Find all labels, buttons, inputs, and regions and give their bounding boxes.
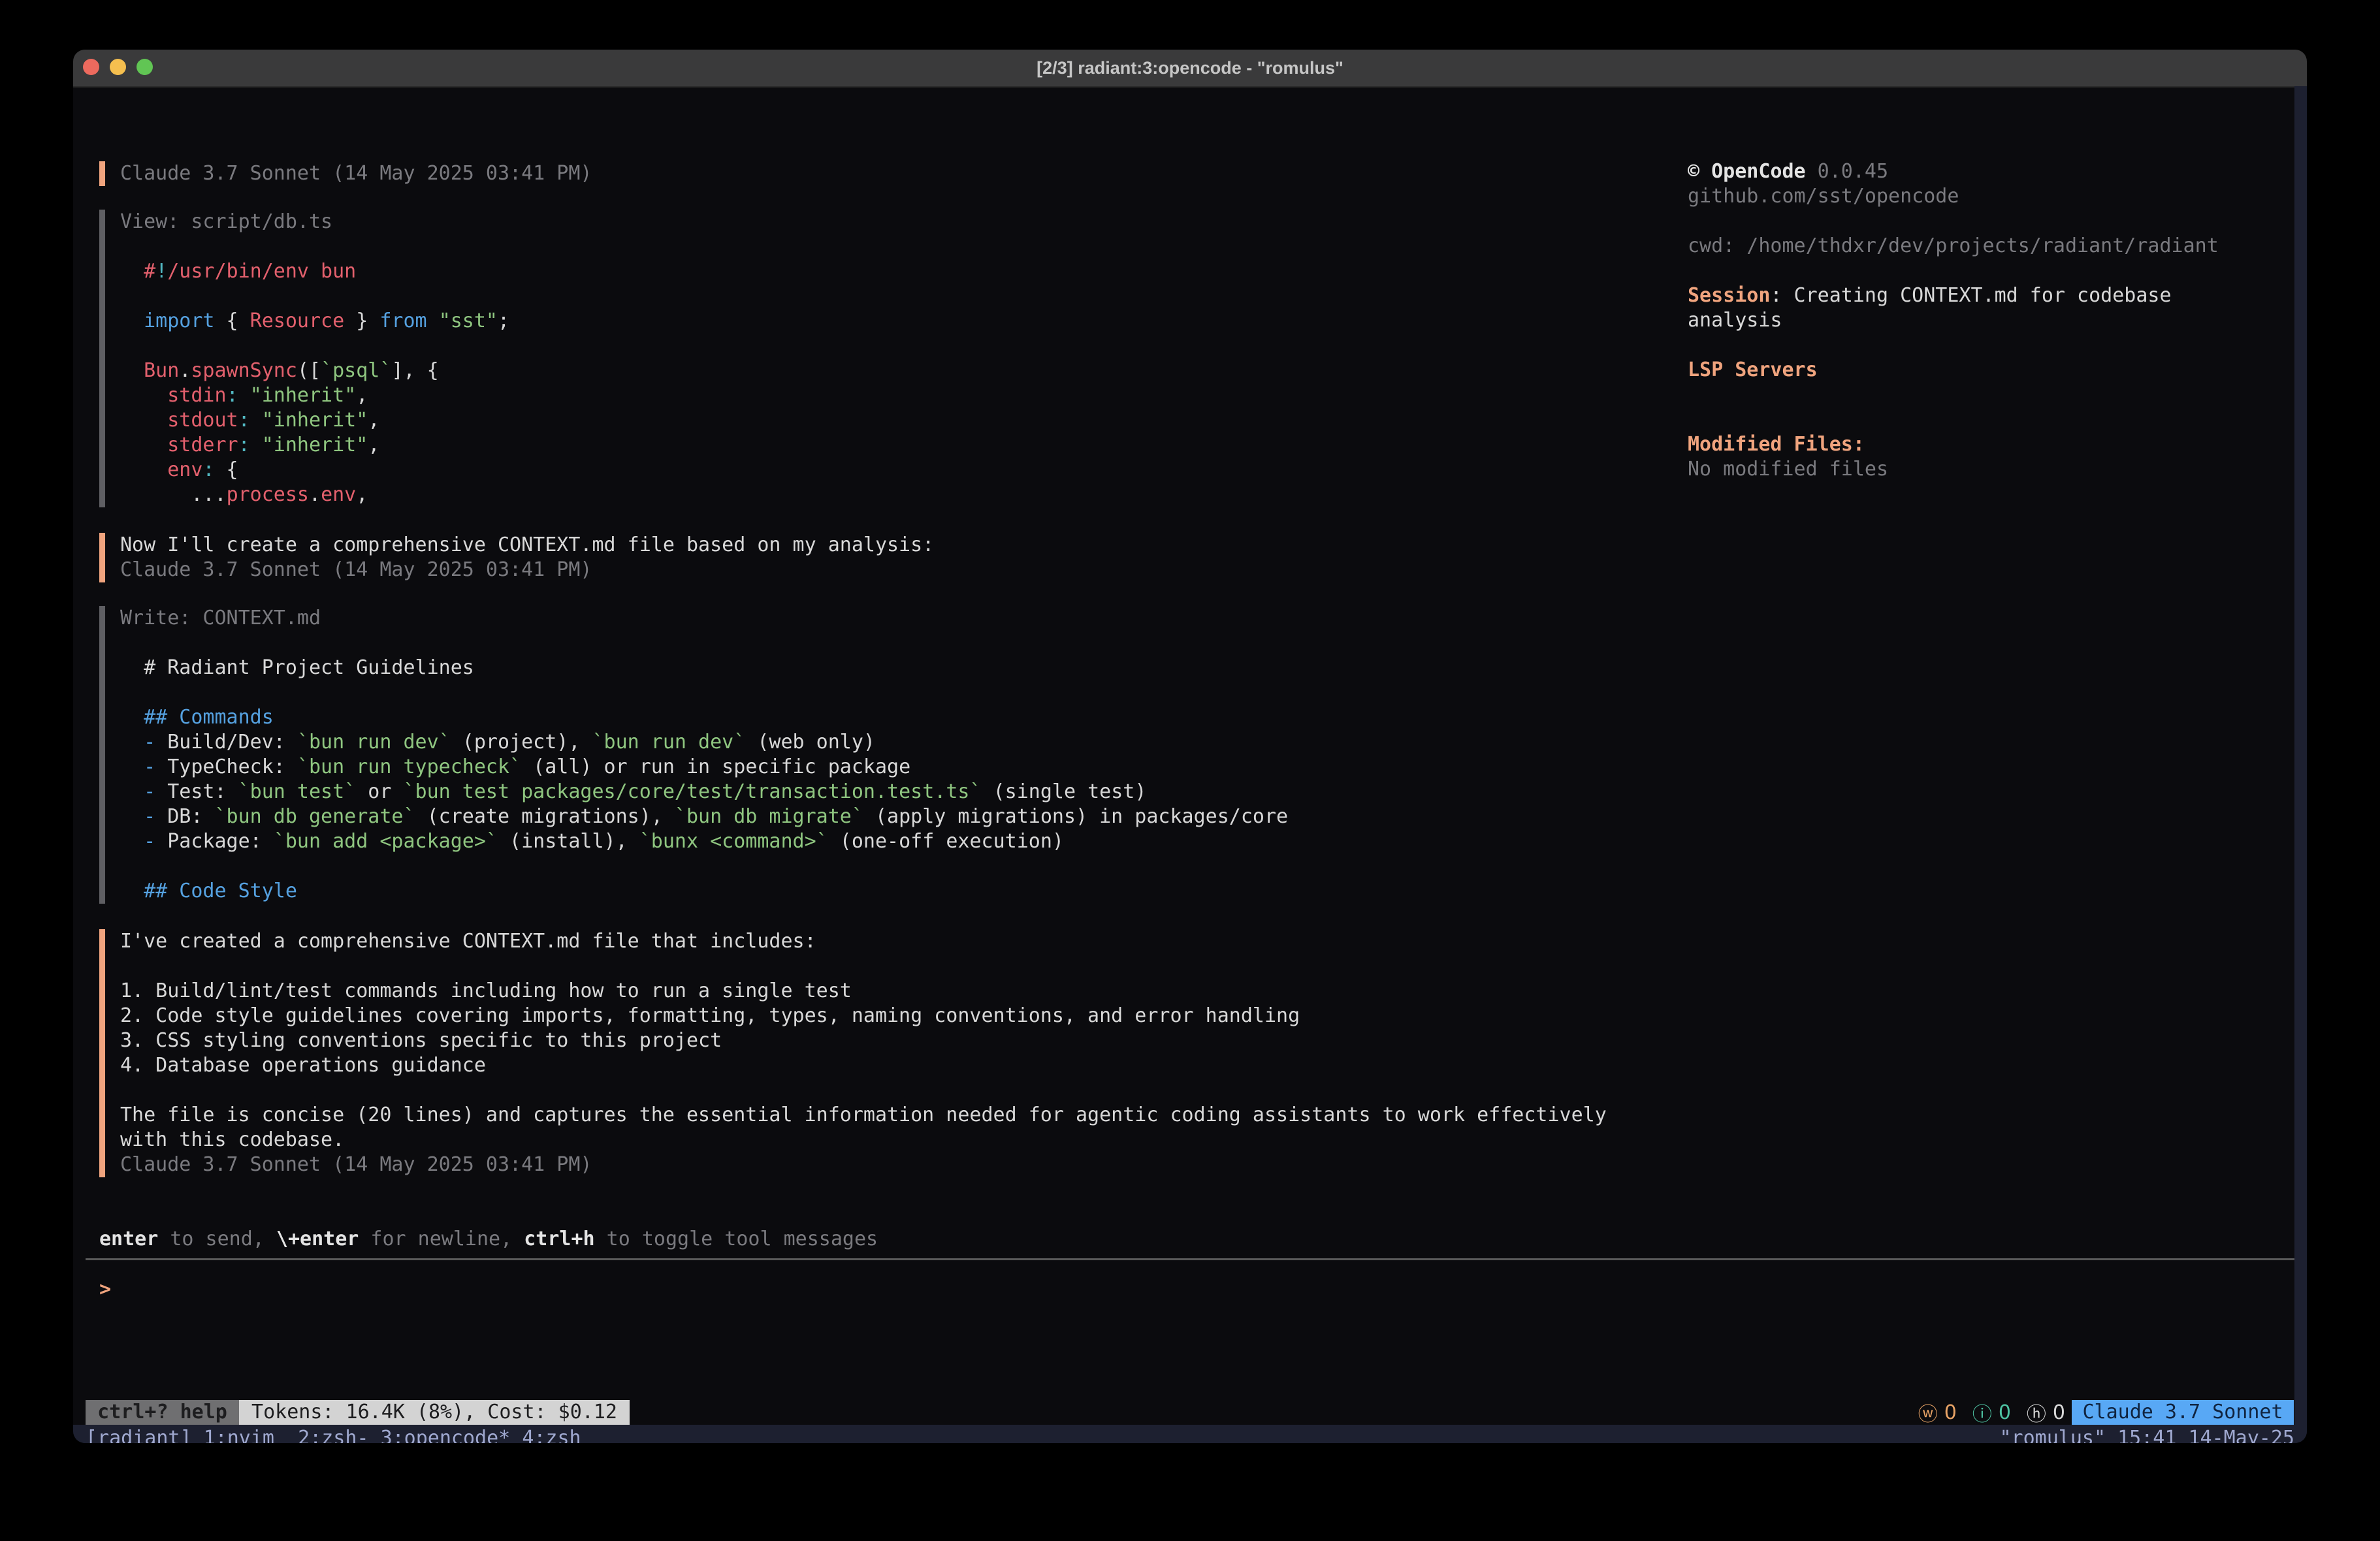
assistant-message: Now I'll create a comprehensive CONTEXT.… xyxy=(99,533,934,582)
keybinding-hint-bar: enter to send, \+enter for newline, ctrl… xyxy=(99,1227,878,1252)
tool-output-view-file: View: script/db.ts #!/usr/bin/env bun im… xyxy=(99,210,509,507)
minimize-button-icon[interactable] xyxy=(110,59,126,75)
tmux-session-name: [radiant] xyxy=(86,1426,204,1443)
desktop-background: [2/3] radiant:3:opencode - "romulus" Cla… xyxy=(0,0,2380,1541)
hint-count: ⓗ 0 xyxy=(2027,1398,2065,1427)
info-icon: ⓘ xyxy=(1972,1398,1992,1427)
warning-icon: ⓦ xyxy=(1918,1398,1938,1427)
window-titlebar: [2/3] radiant:3:opencode - "romulus" xyxy=(73,50,2307,87)
assistant-message-header: Claude 3.7 Sonnet (14 May 2025 03:41 PM) xyxy=(99,161,592,186)
status-bar: ctrl+? help Tokens: 16.4K (8%), Cost: $0… xyxy=(73,1400,2307,1425)
opencode-tui: Claude 3.7 Sonnet (14 May 2025 03:41 PM)… xyxy=(73,86,2307,1443)
prompt-caret-icon: > xyxy=(99,1278,111,1301)
tmux-window-4[interactable]: 4:zsh xyxy=(522,1426,581,1443)
input-divider xyxy=(86,1258,2294,1260)
tmux-window-3[interactable]: 3:opencode* xyxy=(381,1426,511,1443)
tmux-status-bar: [radiant] 1:nvim 2:zsh- 3:opencode* 4:zs… xyxy=(73,1425,2307,1443)
tmux-right-status: "romulus" 15:41 14-May-25 xyxy=(1999,1426,2294,1443)
assistant-message-summary: I've created a comprehensive CONTEXT.md … xyxy=(99,929,1607,1177)
help-chip: ctrl+? help xyxy=(86,1400,239,1425)
tokens-cost-chip: Tokens: 16.4K (8%), Cost: $0.12 xyxy=(239,1400,630,1425)
hint-icon: ⓗ xyxy=(2027,1398,2046,1427)
window-title: [2/3] radiant:3:opencode - "romulus" xyxy=(1037,58,1343,78)
model-badge: Claude 3.7 Sonnet xyxy=(2072,1400,2294,1425)
session-sidebar: © OpenCode 0.0.45github.com/sst/opencode… xyxy=(1688,159,2275,482)
info-count: ⓘ 0 xyxy=(1972,1398,2011,1427)
terminal-window: [2/3] radiant:3:opencode - "romulus" Cla… xyxy=(73,50,2307,1443)
warning-count: ⓦ 0 xyxy=(1918,1398,1957,1427)
tmux-window-2[interactable]: 2:zsh- xyxy=(298,1426,368,1443)
zoom-button-icon[interactable] xyxy=(137,59,153,75)
close-button-icon[interactable] xyxy=(83,59,99,75)
prompt-input[interactable]: > xyxy=(99,1277,2255,1302)
diagnostics-counters: ⓦ 0 ⓘ 0 ⓗ 0 xyxy=(1837,1400,2065,1425)
tmux-window-1[interactable]: 1:nvim xyxy=(204,1426,274,1443)
tool-output-write-file: Write: CONTEXT.md # Radiant Project Guid… xyxy=(99,606,1288,904)
